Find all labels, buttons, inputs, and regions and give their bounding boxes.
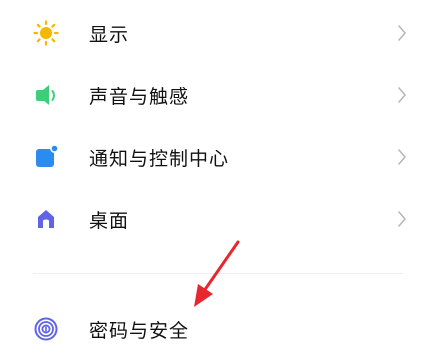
section-divider (33, 273, 403, 274)
settings-item-label: 通知与控制中心 (89, 147, 230, 170)
settings-screen: 显示 声音与触感 通知与控制中心 桌面 密码与安全 (0, 0, 421, 363)
speaker-icon (33, 82, 59, 108)
fingerprint-icon (33, 316, 59, 342)
chevron-right-icon (396, 148, 408, 166)
home-icon (33, 206, 59, 232)
settings-item-display[interactable]: 显示 (0, 2, 421, 64)
chevron-right-icon (396, 24, 408, 42)
chevron-right-icon (396, 210, 408, 228)
settings-item-home-screen[interactable]: 桌面 (0, 188, 421, 250)
sun-icon (33, 20, 59, 46)
settings-item-label: 密码与安全 (89, 319, 190, 342)
settings-item-label: 显示 (89, 23, 130, 46)
settings-item-sound[interactable]: 声音与触感 (0, 64, 421, 126)
chevron-right-icon (396, 86, 408, 104)
notification-icon (33, 144, 59, 170)
settings-item-label: 桌面 (89, 209, 130, 232)
settings-item-label: 声音与触感 (89, 85, 190, 108)
settings-item-notifications[interactable]: 通知与控制中心 (0, 126, 421, 188)
settings-item-password-security[interactable]: 密码与安全 (0, 298, 421, 360)
